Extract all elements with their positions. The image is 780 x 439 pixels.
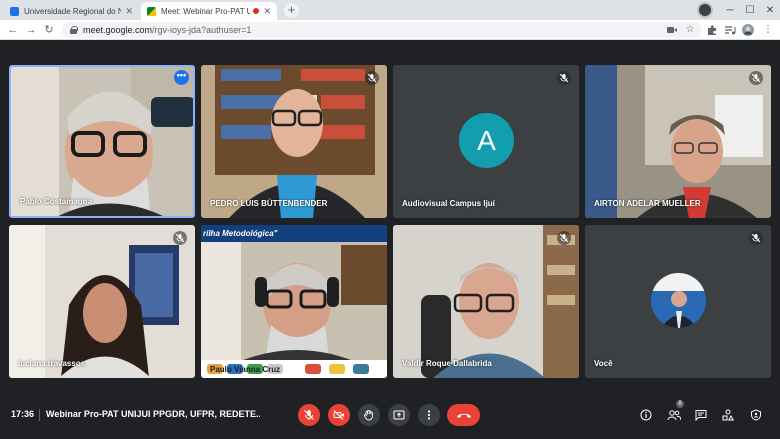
browser-toolbar: ← → ↻ meet.google.com/rgv-ioys-jda?authu… [0,20,780,40]
participant-name: Valdir Roque Dallabrida [402,359,492,368]
meeting-details-button[interactable] [638,407,654,423]
participant-name: luciana travassos [18,359,86,368]
slide-title-banner: rilha Metodológica" [201,225,387,242]
participant-tile[interactable]: ••• Pablo Costamagna [9,65,195,218]
chat-icon [695,410,707,421]
participant-video [585,65,771,218]
participant-video [201,225,387,378]
meeting-title: Webinar Pro-PAT UNIJUI PPGDR, UFPR, REDE… [46,409,260,419]
tab-title: Universidade Regional do Noroeste [24,6,122,16]
participant-tile[interactable]: Valdir Roque Dallabrida [393,225,579,378]
close-tab-icon[interactable]: ✕ [125,6,133,17]
muted-mic-icon [173,231,187,245]
logo-icon [353,364,369,374]
leave-call-button[interactable] [447,404,480,426]
more-options-button[interactable] [418,404,440,426]
present-icon [393,410,405,420]
meeting-clock: 17:36 [11,409,35,419]
muted-mic-icon [749,71,763,85]
meeting-controls-bar: 17:36 Webinar Pro-PAT UNIJUI PPGDR, UFPR… [0,393,780,439]
camera-off-icon [333,410,344,420]
muted-mic-icon [749,231,763,245]
participant-name: AIRTON ADELAR MUELLER [594,199,701,208]
present-screen-button[interactable] [388,404,410,426]
camera-permission-icon[interactable] [666,24,678,36]
muted-mic-icon [557,71,571,85]
divider [39,409,40,421]
mic-off-icon [304,410,314,420]
microphone-off-button[interactable] [298,404,320,426]
minimize-window-icon[interactable]: ─ [720,0,740,20]
browser-profile-icon[interactable] [697,2,713,18]
extensions-icon[interactable] [706,24,718,36]
close-tab-icon[interactable]: ✕ [263,6,271,17]
url-text: meet.google.com/rgv-ioys-jda?authuser=1 [83,25,251,35]
maximize-window-icon[interactable]: ☐ [740,0,760,20]
activities-button[interactable] [720,407,736,423]
chat-button[interactable] [693,407,709,423]
participant-tile-self[interactable]: Você [585,225,771,378]
browser-tab-strip: Universidade Regional do Noroeste ✕ Meet… [0,0,780,20]
participant-tile[interactable]: A Audiovisual Campus Ijuí [393,65,579,218]
hang-up-icon [456,413,471,418]
participant-avatar: A [459,113,514,168]
forward-icon[interactable]: → [24,23,38,37]
activities-icon [722,409,734,421]
raise-hand-button[interactable] [358,404,380,426]
self-avatar [651,273,706,328]
participant-name: PEDRO LUIS BÜTTENBENDER [210,199,328,208]
logo-icon [329,364,345,374]
browser-menu-icon[interactable]: ⋮ [762,24,774,36]
camera-off-button[interactable] [328,404,350,426]
bookmark-star-icon[interactable]: ☆ [684,24,696,36]
address-bar[interactable]: meet.google.com/rgv-ioys-jda?authuser=1 [62,22,702,38]
new-tab-button[interactable]: + [284,3,299,18]
media-queue-icon[interactable] [724,24,736,36]
back-icon[interactable]: ← [6,23,20,37]
university-favicon-icon [10,6,19,16]
people-icon [667,410,681,421]
more-vert-icon [427,410,431,420]
participant-tile[interactable]: luciana travassos [9,225,195,378]
muted-mic-icon [365,71,379,85]
participant-name: Você [594,359,613,368]
participant-video [9,225,195,378]
shield-icon [751,409,761,421]
participant-count-badge: 8 [676,400,684,408]
participant-tile[interactable]: rilha Metodológica" Paulo Vianna Cruz [201,225,387,378]
host-controls-button[interactable] [748,407,764,423]
info-icon [640,409,652,421]
participant-name: Audiovisual Campus Ijuí [402,199,495,208]
browser-tab-meet[interactable]: Meet: Webinar Pro-PAT UNIJUÍ ✕ [141,2,277,20]
url-path: /rgv-ioys-jda?authuser=1 [152,25,252,35]
participant-video [201,65,387,218]
participant-video [393,225,579,378]
participants-button[interactable] [666,407,682,423]
more-options-button[interactable]: ••• [174,70,189,85]
participant-tile[interactable]: AIRTON ADELAR MUELLER [585,65,771,218]
profile-avatar-icon[interactable] [742,24,754,36]
lock-icon [70,26,78,34]
close-window-icon[interactable]: ✕ [760,0,780,20]
browser-tab-universidade[interactable]: Universidade Regional do Noroeste ✕ [4,2,139,20]
recording-indicator-icon [253,8,260,14]
logo-icon [305,364,321,374]
participant-name: Pablo Costamagna [20,197,93,206]
tab-title: Meet: Webinar Pro-PAT UNIJUÍ [161,6,251,16]
participant-tile[interactable]: PEDRO LUIS BÜTTENBENDER [201,65,387,218]
muted-mic-icon [557,231,571,245]
url-host: meet.google.com [83,25,153,35]
hand-icon [364,409,373,421]
participant-name: Paulo Vianna Cruz [210,365,281,374]
participant-video [11,67,193,216]
meet-favicon-icon [147,6,156,16]
reload-icon[interactable]: ↻ [42,23,56,37]
